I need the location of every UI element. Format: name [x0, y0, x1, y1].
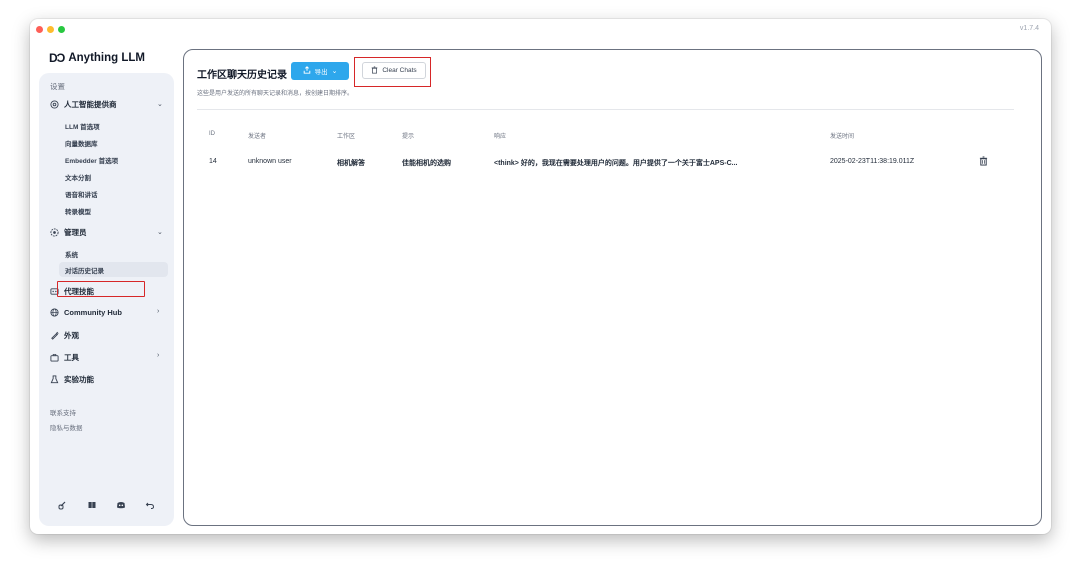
highlight-box-chat-history [57, 281, 145, 297]
cell-id: 14 [209, 158, 217, 165]
nav-community-hub-label: Community Hub [64, 308, 122, 317]
column-header-sent-at: 发送时间 [830, 134, 855, 140]
anything-llm-logo-icon: DƆ [49, 51, 65, 65]
page-title: 工作区聊天历史记录 [197, 70, 287, 81]
nav-experimental-label: 实验功能 [64, 375, 94, 384]
nav-tools[interactable]: 工具 [50, 352, 79, 363]
link-icon[interactable] [55, 497, 71, 513]
contact-support-link[interactable]: 联系支持 [50, 407, 76, 417]
close-window-button[interactable] [36, 26, 43, 33]
clear-chats-button[interactable]: Clear Chats [362, 62, 426, 79]
app-window: v1.7.4 DƆ Anything LLM 设置 人工智能提供商 ⌄ LLM … [30, 19, 1051, 534]
header-divider [197, 109, 1014, 110]
column-header-id: ID [209, 131, 215, 137]
chevron-right-icon[interactable]: › [157, 352, 159, 359]
brand-logo[interactable]: DƆ Anything LLM [49, 51, 145, 65]
nav-community-hub[interactable]: Community Hub [50, 308, 122, 317]
discord-icon[interactable] [113, 497, 129, 513]
export-label: 导出 [314, 69, 328, 76]
column-header-workspace: 工作区 [337, 134, 356, 140]
export-icon [303, 66, 311, 76]
main-panel: 工作区聊天历史记录 导出 ⌄ Clear Chats 这些是用户发送的所有聊天记… [183, 49, 1042, 526]
clear-chats-label: Clear Chats [382, 67, 417, 74]
cell-response[interactable]: <think> 好的，我现在需要处理用户的问题。用户提供了一个关于富士APS-C… [494, 158, 737, 168]
book-icon[interactable] [84, 497, 100, 513]
delete-row-trash-icon[interactable] [979, 156, 988, 168]
nav-ai-providers[interactable]: 人工智能提供商 [50, 99, 117, 110]
sidebar: DƆ Anything LLM 设置 人工智能提供商 ⌄ LLM 首选项 向量数… [39, 46, 174, 526]
column-header-response: 响应 [494, 134, 507, 140]
sub-item-vector-db[interactable]: 向量数据库 [65, 138, 98, 148]
cell-prompt[interactable]: 佳能相机的选购 [402, 158, 451, 168]
sub-item-embedder[interactable]: Embedder 首选项 [65, 155, 118, 165]
zoom-window-button[interactable] [58, 26, 65, 33]
settings-header: 设置 [50, 82, 65, 91]
globe-icon [50, 308, 59, 317]
sidebar-bottom-icons [55, 497, 158, 513]
gear-circle-icon [50, 100, 59, 109]
settings-panel: 设置 人工智能提供商 ⌄ LLM 首选项 向量数据库 Embedder 首选项 … [39, 73, 174, 526]
sub-item-text-splitter[interactable]: 文本分割 [65, 172, 91, 182]
trash-icon [371, 66, 378, 76]
sub-item-system[interactable]: 系统 [65, 249, 78, 259]
cell-sender: unknown user [248, 158, 292, 165]
sub-item-chat-history-label: 对话历史记录 [65, 267, 104, 275]
chevron-down-icon: ⌄ [331, 68, 338, 75]
column-header-prompt: 提示 [402, 134, 415, 140]
nav-tools-label: 工具 [64, 353, 79, 362]
sub-item-llm[interactable]: LLM 首选项 [65, 121, 100, 131]
nav-appearance[interactable]: 外观 [50, 330, 79, 341]
cell-sent-at: 2025-02-23T11:38:19.011Z [830, 158, 915, 165]
minimize-window-button[interactable] [47, 26, 54, 33]
nav-experimental[interactable]: 实验功能 [50, 374, 94, 385]
sub-item-chat-history[interactable]: 对话历史记录 [59, 262, 168, 277]
brush-icon [50, 331, 59, 340]
nav-ai-providers-label: 人工智能提供商 [64, 100, 117, 109]
sub-item-transcription[interactable]: 转录模型 [65, 206, 91, 216]
nav-appearance-label: 外观 [64, 331, 79, 340]
title-bar: v1.7.4 [30, 19, 1051, 41]
privacy-data-link[interactable]: 隐私与数据 [50, 422, 83, 432]
admin-gear-icon [50, 228, 59, 237]
page-subtitle: 这些是用户发送的所有聊天记录和消息，按创建日期排序。 [197, 91, 354, 97]
export-button[interactable]: 导出 ⌄ [291, 62, 349, 80]
chevron-down-icon[interactable]: ⌄ [157, 228, 163, 236]
cell-workspace: 相机解答 [337, 160, 365, 167]
chevron-down-icon[interactable]: ⌄ [157, 100, 163, 108]
brand-name: Anything LLM [68, 52, 145, 64]
back-icon[interactable] [142, 497, 158, 513]
nav-admin-label: 管理员 [64, 228, 87, 237]
flask-icon [50, 375, 59, 384]
column-header-sender: 发送者 [248, 134, 267, 140]
nav-admin[interactable]: 管理员 [50, 227, 87, 238]
version-label: v1.7.4 [1019, 25, 1039, 32]
briefcase-icon [50, 353, 59, 362]
chevron-right-icon[interactable]: › [157, 308, 159, 315]
sub-item-voice[interactable]: 语音和讲话 [65, 189, 98, 199]
